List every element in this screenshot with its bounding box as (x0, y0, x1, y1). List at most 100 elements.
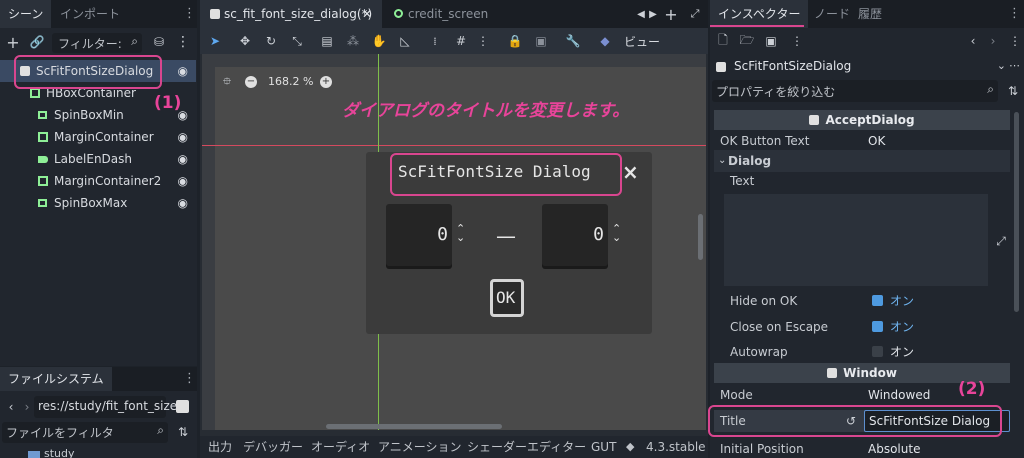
prop-value: オン (890, 320, 915, 334)
inspector-dock-menu-icon[interactable]: ⋮ (1008, 0, 1021, 28)
dialog-close-icon[interactable]: × (622, 160, 639, 184)
section-accept-dialog[interactable]: AcceptDialog (714, 110, 1010, 130)
resource-menu-icon[interactable]: ⋮ (788, 32, 806, 50)
spinbox-min[interactable]: 0 (386, 204, 452, 266)
pivot-tool-icon[interactable]: ⁂ (344, 32, 362, 50)
grid-snap-icon[interactable]: # (452, 32, 470, 50)
checkbox-on-icon[interactable] (872, 295, 883, 306)
prop-hide-on-ok[interactable]: Hide on OK オン (714, 290, 1010, 312)
scene-filter-input[interactable]: フィルター: ⌕ (52, 33, 142, 53)
history-forward-icon[interactable]: › (984, 32, 1002, 50)
tree-item-margin-container[interactable]: MarginContainer ◉ (0, 126, 196, 148)
prop-text: Text (714, 170, 1010, 192)
scene-dock-menu-icon[interactable]: ⋮ (183, 0, 196, 28)
tab-audio[interactable]: オーディオ (311, 436, 370, 458)
object-menu-icon[interactable]: ⋮ (1006, 32, 1024, 50)
filesystem-menu-icon[interactable]: ⋮ (183, 365, 196, 393)
prop-close-on-escape[interactable]: Close on Escape オン (714, 316, 1010, 338)
tab-next-icon[interactable]: ▶ (644, 5, 662, 23)
tree-item-label: MarginContainer (54, 130, 154, 144)
new-resource-icon[interactable]: 🗋 (714, 32, 732, 50)
zoom-level[interactable]: 168.2 % (268, 75, 313, 88)
dialog-icon (716, 62, 726, 72)
node-selector[interactable]: ScFitFontSizeDialog ⌄ ⋯ (712, 56, 1022, 78)
expand-text-icon[interactable]: ⤢ (992, 232, 1010, 250)
prop-value[interactable]: OK (868, 130, 885, 152)
scale-tool-icon[interactable]: ⤡ (288, 32, 306, 50)
view-menu[interactable]: ビュー (624, 33, 660, 50)
checkbox-off-icon[interactable] (872, 346, 883, 357)
tab-shader-editor[interactable]: シェーダーエディター (467, 436, 586, 458)
tab-history[interactable]: 履歴 (850, 0, 890, 28)
visibility-eye-icon[interactable]: ◉ (178, 170, 188, 192)
tab-gut[interactable]: GUT (591, 436, 616, 458)
h-scrollbar[interactable] (326, 424, 502, 429)
visibility-eye-icon[interactable]: ◉ (178, 192, 188, 214)
angle-tool-icon[interactable]: ◺ (396, 32, 414, 50)
tab-scene[interactable]: シーン (0, 0, 52, 28)
rotate-tool-icon[interactable]: ↻ (262, 32, 280, 50)
scene-tree-menu-icon[interactable]: ⋮ (174, 33, 192, 51)
group-icon[interactable]: ▣ (532, 32, 550, 50)
smart-snap-icon[interactable]: ⁞ (426, 32, 444, 50)
property-filter-input[interactable]: プロパティを絞り込む ⌕ (712, 80, 998, 102)
sort-properties-icon[interactable]: ⇅ (1004, 82, 1022, 100)
v-scrollbar[interactable] (698, 214, 703, 260)
close-icon[interactable]: ✕ (362, 0, 372, 28)
zoom-out-icon[interactable]: − (245, 76, 257, 88)
visibility-eye-icon[interactable]: ◉ (178, 126, 188, 148)
prop-autowrap[interactable]: Autowrap オン (714, 341, 1010, 363)
prop-ok-button-text[interactable]: OK Button Text OK (714, 130, 1010, 152)
move-tool-icon[interactable]: ✥ (236, 32, 254, 50)
node-path-icon[interactable]: ⋯ (1009, 59, 1020, 72)
zoom-in-icon[interactable]: + (320, 76, 332, 88)
node-circle-icon (394, 9, 403, 18)
select-tool-icon[interactable]: ➤ (206, 32, 224, 50)
view-options-icon[interactable]: ◆ (596, 32, 614, 50)
group-dialog[interactable]: ⌄ Dialog (714, 150, 1010, 172)
toggle-split-icon[interactable] (176, 400, 189, 413)
tab-animation[interactable]: アニメーション (378, 436, 462, 458)
spinbox-max[interactable]: 0 (542, 204, 608, 266)
visibility-eye-icon[interactable]: ◉ (178, 148, 188, 170)
partial-file-item[interactable]: study (44, 447, 75, 458)
spinbox-max-arrows-icon[interactable]: ⌃ ⌄ (612, 223, 621, 243)
prop-initial-position[interactable]: Initial Position Absolute (714, 438, 1010, 458)
spinbox-min-arrows-icon[interactable]: ⌃ ⌄ (456, 223, 465, 243)
link-icon[interactable]: 🔗 (28, 33, 46, 51)
tree-item-label: LabelEnDash (54, 152, 133, 166)
tab-filesystem[interactable]: ファイルシステム (0, 367, 112, 391)
pan-tool-icon[interactable]: ✋ (370, 32, 388, 50)
path-field[interactable]: res://study/fit_font_size/ (34, 396, 181, 418)
sort-icon[interactable]: ⇅ (174, 423, 192, 441)
tree-item-margin-container2[interactable]: MarginContainer2 ◉ (0, 170, 196, 192)
add-tab-icon[interactable]: + (662, 5, 680, 24)
tab-import[interactable]: インポート (52, 0, 128, 28)
checkbox-on-icon[interactable] (872, 321, 883, 332)
tab-debugger[interactable]: デバッガー (243, 436, 303, 458)
tree-item-label-en-dash[interactable]: LabelEnDash ◉ (0, 148, 196, 170)
tab-output[interactable]: 出力 (208, 436, 232, 458)
tab-credit-screen[interactable]: credit_screen (384, 0, 496, 28)
center-view-icon[interactable]: ⯐ (218, 73, 236, 91)
inspector-scrollbar[interactable] (1014, 112, 1019, 312)
tree-item-spinbox-max[interactable]: SpinBoxMax ◉ (0, 192, 196, 214)
add-node-icon[interactable]: + (4, 33, 22, 52)
ok-button[interactable]: OK (490, 279, 524, 317)
distraction-free-icon[interactable]: ⤢ (686, 5, 704, 23)
snap-menu-icon[interactable]: ⋮ (474, 32, 492, 50)
prop-value[interactable]: Windowed (868, 384, 930, 406)
open-resource-icon[interactable]: 🗁 (738, 32, 756, 50)
prop-value[interactable]: Absolute (868, 438, 920, 458)
instance-scene-icon[interactable]: ⛁ (150, 33, 168, 51)
tab-scene-file[interactable]: sc_fit_font_size_dialog(*) ✕ (200, 0, 382, 28)
save-resource-icon[interactable]: ▣ (762, 32, 780, 50)
file-filter-input[interactable]: ファイルをフィルタ ⌕ (2, 422, 168, 443)
tab-inspector[interactable]: インスペクター (710, 0, 809, 28)
ruler-tool-icon[interactable]: ▤ (318, 32, 336, 50)
lock-icon[interactable]: 🔒 (506, 32, 524, 50)
skeleton-icon[interactable]: 🔧 (564, 32, 582, 50)
visibility-eye-icon[interactable]: ◉ (178, 60, 188, 82)
history-back-icon[interactable]: ‹ (964, 32, 982, 50)
text-editor-field[interactable] (724, 194, 988, 286)
